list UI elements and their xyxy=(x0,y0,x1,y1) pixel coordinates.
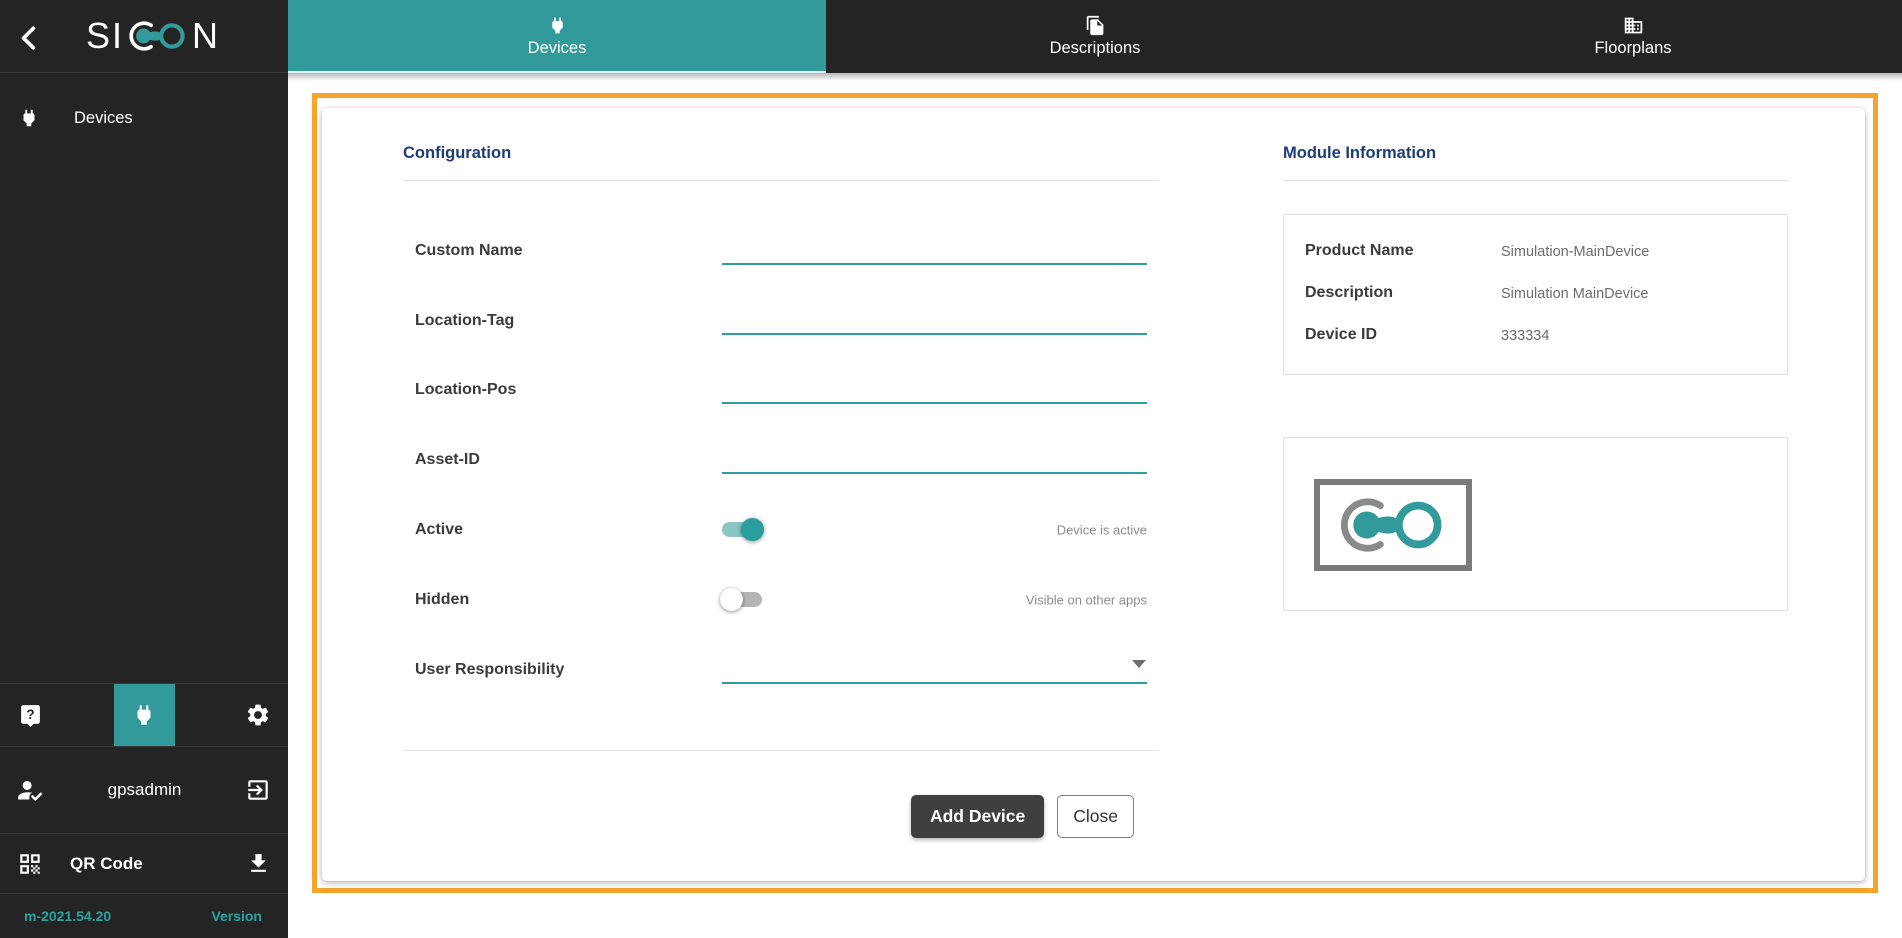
app-window: SI N Devices ? xyxy=(0,0,1902,938)
tab-label: Devices xyxy=(528,39,587,58)
configuration-title: Configuration xyxy=(403,144,511,163)
toggle-knob xyxy=(741,518,764,541)
hidden-label: Hidden xyxy=(415,591,469,609)
description-label: Description xyxy=(1305,284,1501,302)
co-logo-glyph xyxy=(1334,494,1452,556)
settings-gear-icon[interactable] xyxy=(228,702,288,728)
location-pos-label: Location-Pos xyxy=(415,381,516,399)
field-row-asset-id: Asset-ID xyxy=(403,430,1159,490)
divider xyxy=(403,750,1159,751)
tab-label: Descriptions xyxy=(1050,39,1141,58)
plug-icon xyxy=(131,702,157,728)
module-logo-image xyxy=(1314,479,1472,571)
hidden-hint: Visible on other apps xyxy=(1026,593,1147,608)
svg-text:?: ? xyxy=(26,707,34,722)
version-value: m-2021.54.20 xyxy=(24,908,111,924)
custom-name-input[interactable] xyxy=(722,233,1147,265)
sidebar-icon-row: ? xyxy=(0,683,288,746)
location-pos-input[interactable] xyxy=(722,372,1147,404)
device-id-value: 333334 xyxy=(1501,326,1549,344)
devices-quick-button[interactable] xyxy=(114,684,175,747)
logout-icon[interactable] xyxy=(245,777,271,803)
user-responsibility-select[interactable] xyxy=(722,682,1147,684)
product-name-value: Simulation-MainDevice xyxy=(1501,242,1649,260)
asset-id-input[interactable] xyxy=(722,442,1147,474)
tab-descriptions[interactable]: Descriptions xyxy=(826,0,1364,73)
tab-devices[interactable]: Devices xyxy=(288,0,826,73)
divider xyxy=(1283,180,1788,181)
sidebar: SI N Devices ? xyxy=(0,0,288,938)
sidebar-item-label: Devices xyxy=(74,109,133,128)
field-row-custom-name: Custom Name xyxy=(403,221,1159,281)
divider xyxy=(403,180,1159,181)
chevron-down-icon[interactable] xyxy=(1132,660,1146,668)
close-button[interactable]: Close xyxy=(1057,795,1134,838)
documents-icon xyxy=(1085,15,1106,36)
tab-floorplans[interactable]: Floorplans xyxy=(1364,0,1902,73)
active-label: Active xyxy=(415,521,463,539)
plug-icon xyxy=(18,107,40,129)
logo-co-glyph xyxy=(126,16,190,56)
hidden-toggle[interactable] xyxy=(722,591,762,608)
field-row-location-tag: Location-Tag xyxy=(403,291,1159,351)
version-label: Version xyxy=(211,908,262,924)
username[interactable]: gpsadmin xyxy=(108,780,182,800)
info-row-product-name: Product Name Simulation-MainDevice xyxy=(1305,242,1787,284)
qr-code-icon xyxy=(17,851,43,877)
button-row: Add Device Close xyxy=(403,794,1159,838)
description-value: Simulation MainDevice xyxy=(1501,284,1648,302)
sidebar-logo-row: SI N xyxy=(0,0,288,73)
asset-id-label: Asset-ID xyxy=(415,451,480,469)
product-name-label: Product Name xyxy=(1305,242,1501,260)
location-tag-input[interactable] xyxy=(722,303,1147,335)
main-content: Configuration Custom Name Location-Tag L… xyxy=(288,73,1902,938)
toggle-row-active: Active Device is active xyxy=(403,500,1159,560)
logo-text-si: SI xyxy=(86,15,124,57)
help-icon[interactable]: ? xyxy=(0,703,60,728)
download-icon[interactable] xyxy=(246,851,271,876)
add-device-button[interactable]: Add Device xyxy=(911,795,1044,838)
select-row-user-responsibility: User Responsibility xyxy=(403,640,1159,700)
module-information-title: Module Information xyxy=(1283,144,1436,163)
tab-bar: Devices Descriptions Floorplans xyxy=(288,0,1902,73)
toggle-knob xyxy=(720,588,743,611)
plug-icon xyxy=(547,15,568,36)
person-check-icon[interactable] xyxy=(17,777,44,804)
custom-name-label: Custom Name xyxy=(415,242,523,260)
back-chevron-icon[interactable] xyxy=(16,24,42,50)
toggle-row-hidden: Hidden Visible on other apps xyxy=(403,570,1159,630)
info-row-device-id: Device ID 333334 xyxy=(1305,326,1787,368)
field-row-location-pos: Location-Pos xyxy=(403,360,1159,420)
module-info-box: Product Name Simulation-MainDevice Descr… xyxy=(1283,214,1788,375)
tab-label: Floorplans xyxy=(1594,39,1671,58)
location-tag-label: Location-Tag xyxy=(415,312,514,330)
user-row: gpsadmin xyxy=(0,746,288,833)
module-logo-box xyxy=(1283,437,1788,611)
building-icon xyxy=(1623,15,1644,36)
info-row-description: Description Simulation MainDevice xyxy=(1305,284,1787,326)
highlight-frame: Configuration Custom Name Location-Tag L… xyxy=(312,93,1878,893)
user-responsibility-label: User Responsibility xyxy=(415,661,564,679)
version-row: m-2021.54.20 Version xyxy=(0,893,288,938)
active-toggle[interactable] xyxy=(722,521,762,538)
qr-code-row[interactable]: QR Code xyxy=(0,833,288,893)
qr-code-label: QR Code xyxy=(70,854,143,874)
sicon-logo: SI N xyxy=(86,15,220,57)
device-id-label: Device ID xyxy=(1305,326,1501,344)
sidebar-item-devices[interactable]: Devices xyxy=(0,95,288,141)
active-hint: Device is active xyxy=(1057,523,1147,538)
device-form-card: Configuration Custom Name Location-Tag L… xyxy=(322,108,1865,881)
logo-text-n: N xyxy=(192,15,220,57)
